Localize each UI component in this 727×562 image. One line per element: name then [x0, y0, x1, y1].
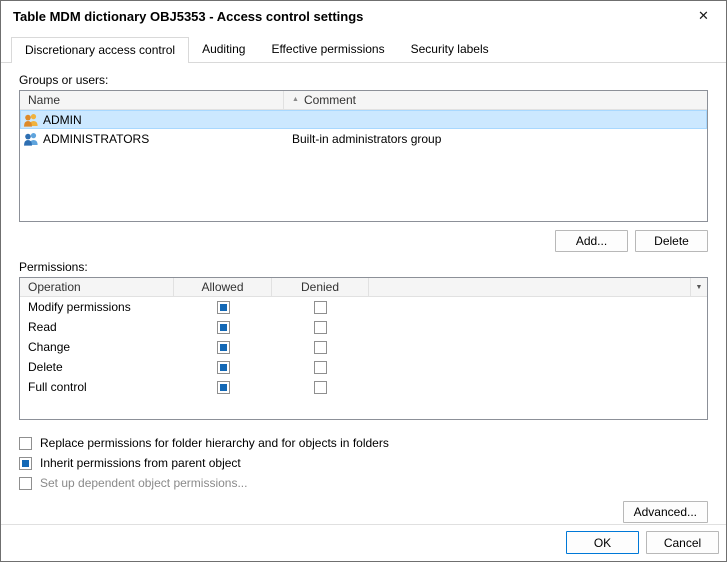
delete-button[interactable]: Delete — [635, 230, 708, 252]
advanced-button[interactable]: Advanced... — [623, 501, 708, 523]
option-label: Set up dependent object permissions... — [40, 476, 247, 490]
option-label: Inherit permissions from parent object — [40, 456, 241, 470]
column-header-operation[interactable]: Operation — [20, 278, 174, 296]
permission-row-full-control: Full control — [20, 377, 707, 397]
denied-checkbox[interactable] — [314, 361, 327, 374]
option-dependent-object-permissions: Set up dependent object permissions... — [19, 473, 708, 493]
group-name: ADMINISTRATORS — [43, 132, 149, 146]
tab-effective-permissions[interactable]: Effective permissions — [258, 37, 397, 62]
operation-label: Change — [20, 340, 174, 354]
permission-row-delete: Delete — [20, 357, 707, 377]
column-options-dropdown[interactable]: ▼ — [690, 278, 707, 296]
groups-or-users-label: Groups or users: — [19, 73, 708, 87]
tab-content: Groups or users: Name ▲ Comment — [1, 73, 726, 523]
operation-label: Full control — [20, 380, 174, 394]
column-header-allowed[interactable]: Allowed — [174, 278, 272, 296]
allowed-checkbox[interactable] — [217, 361, 230, 374]
permissions-table: Operation Allowed Denied ▼ Modify permis… — [19, 277, 708, 420]
denied-checkbox[interactable] — [314, 341, 327, 354]
operation-label: Read — [20, 320, 174, 334]
tab-auditing[interactable]: Auditing — [189, 37, 258, 62]
groups-list-header: Name ▲ Comment — [20, 91, 707, 110]
tab-strip: Discretionary access control Auditing Ef… — [1, 31, 726, 63]
sort-ascending-icon: ▲ — [292, 96, 299, 103]
allowed-checkbox[interactable] — [217, 341, 230, 354]
options-section: Replace permissions for folder hierarchy… — [19, 433, 708, 493]
group-row-administrators[interactable]: ADMINISTRATORS Built-in administrators g… — [20, 129, 707, 148]
permission-row-modify-permissions: Modify permissions — [20, 297, 707, 317]
groups-list: Name ▲ Comment ADMIN — [19, 90, 708, 222]
allowed-checkbox[interactable] — [217, 321, 230, 334]
permissions-label: Permissions: — [19, 260, 708, 274]
ok-button[interactable]: OK — [566, 531, 639, 554]
allowed-checkbox[interactable] — [217, 301, 230, 314]
user-group-orange-icon — [23, 113, 39, 127]
operation-label: Delete — [20, 360, 174, 374]
inherit-permissions-checkbox[interactable] — [19, 457, 32, 470]
operation-label: Modify permissions — [20, 300, 174, 314]
access-control-dialog: Table MDM dictionary OBJ5353 - Access co… — [0, 0, 727, 562]
user-group-blue-icon — [23, 132, 39, 146]
permissions-table-header: Operation Allowed Denied ▼ — [20, 278, 707, 297]
group-name: ADMIN — [43, 113, 82, 127]
cancel-button[interactable]: Cancel — [646, 531, 719, 554]
permission-row-change: Change — [20, 337, 707, 357]
denied-checkbox[interactable] — [314, 321, 327, 334]
option-replace-permissions: Replace permissions for folder hierarchy… — [19, 433, 708, 453]
tab-discretionary-access-control[interactable]: Discretionary access control — [11, 37, 189, 63]
denied-checkbox[interactable] — [314, 301, 327, 314]
dialog-title: Table MDM dictionary OBJ5353 - Access co… — [13, 9, 363, 24]
close-icon[interactable]: ✕ — [681, 1, 726, 31]
tab-security-labels[interactable]: Security labels — [398, 37, 502, 62]
option-inherit-permissions: Inherit permissions from parent object — [19, 453, 708, 473]
column-header-denied[interactable]: Denied — [272, 278, 369, 296]
add-button[interactable]: Add... — [555, 230, 628, 252]
allowed-checkbox[interactable] — [217, 381, 230, 394]
dialog-footer: OK Cancel — [1, 524, 726, 561]
titlebar: Table MDM dictionary OBJ5353 - Access co… — [1, 1, 726, 31]
column-header-comment[interactable]: ▲ Comment — [284, 91, 707, 109]
denied-checkbox[interactable] — [314, 381, 327, 394]
dependent-permissions-checkbox[interactable] — [19, 477, 32, 490]
permission-row-read: Read — [20, 317, 707, 337]
column-header-filler — [369, 278, 690, 296]
chevron-down-icon: ▼ — [696, 284, 703, 291]
group-row-admin[interactable]: ADMIN — [20, 110, 707, 129]
column-header-name[interactable]: Name — [20, 91, 284, 109]
option-label: Replace permissions for folder hierarchy… — [40, 436, 389, 450]
group-comment: Built-in administrators group — [284, 132, 707, 146]
replace-permissions-checkbox[interactable] — [19, 437, 32, 450]
